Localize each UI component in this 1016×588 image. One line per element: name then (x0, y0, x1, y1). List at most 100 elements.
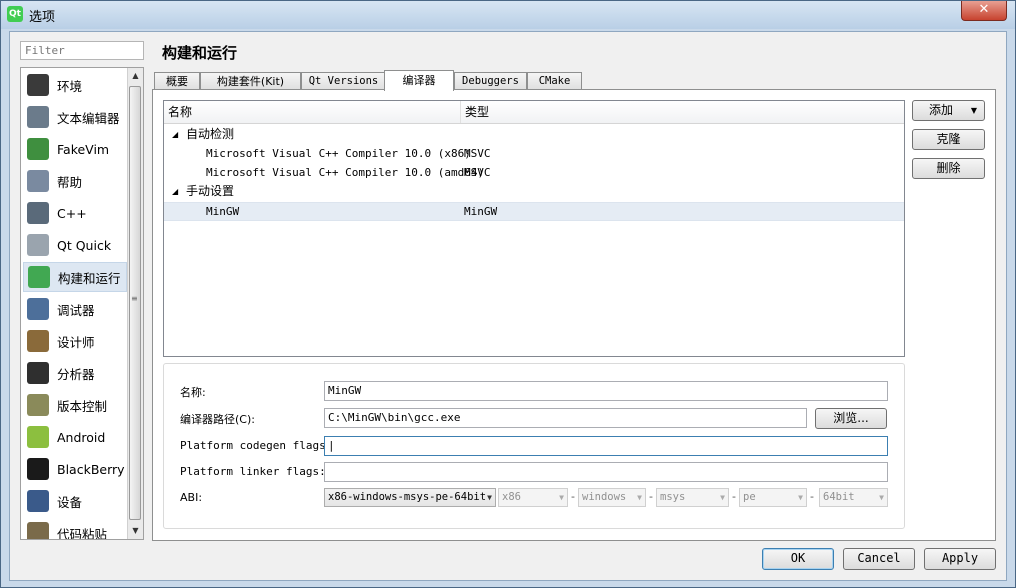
ok-button[interactable]: OK (762, 548, 834, 570)
abi-format-combo[interactable]: pe ▼ (739, 488, 807, 507)
build-run-icon (28, 266, 50, 288)
delete-button[interactable]: 删除 (912, 158, 985, 179)
abi-arch-combo[interactable]: x86 ▼ (498, 488, 568, 507)
scrollbar-grip-icon: ≡ (131, 294, 138, 303)
category-scrollbar[interactable]: ▲ ≡ ▼ (127, 68, 143, 539)
window-title: 选项 (29, 10, 56, 25)
abi-combo[interactable]: x86-windows-msys-pe-64bit ▼ (324, 488, 496, 507)
sidebar-item[interactable]: C++ (23, 198, 127, 228)
device-icon (27, 490, 49, 512)
compiler-details: 名称: MinGW 编译器路径(C): C:\MinGW\bin\gcc.exe… (163, 363, 905, 529)
sidebar-item[interactable]: Android (23, 422, 127, 452)
scroll-down-icon[interactable]: ▼ (128, 523, 143, 539)
sidebar-item[interactable]: 分析器 (23, 358, 127, 388)
add-button-label: 添加 (929, 103, 954, 117)
abi-combo-value: x86-windows-msys-pe-64bit (328, 491, 487, 503)
sidebar-item[interactable]: 调试器 (23, 294, 127, 324)
dropdown-arrow-icon: ▼ (879, 493, 884, 502)
abi-os-combo[interactable]: windows ▼ (578, 488, 646, 507)
tab-overview[interactable]: 概要 (154, 72, 200, 89)
sidebar-item[interactable]: FakeVim (23, 134, 127, 164)
code-paste-icon (27, 522, 49, 539)
dropdown-arrow-icon: ▼ (637, 493, 642, 502)
tab-cmake[interactable]: CMake (527, 72, 582, 89)
sidebar-item[interactable]: 设备 (23, 486, 127, 516)
apply-button[interactable]: Apply (924, 548, 996, 570)
codegen-flags-field[interactable]: | (324, 436, 888, 456)
dropdown-arrow-icon: ▼ (559, 493, 564, 502)
designer-icon (27, 330, 49, 352)
tab-kits[interactable]: 构建套件(Kit) (200, 72, 301, 89)
sidebar-item-label: 分析器 (57, 366, 95, 382)
help-icon (27, 170, 49, 192)
abi-flavor-combo[interactable]: msys ▼ (656, 488, 729, 507)
sidebar-item[interactable]: 版本控制 (23, 390, 127, 420)
dropdown-arrow-icon: ▼ (487, 493, 492, 502)
linker-flags-field[interactable] (324, 462, 888, 482)
group-label: 手动设置 (186, 184, 235, 198)
debugger-icon (27, 298, 49, 320)
sidebar-item[interactable]: 代码粘贴 (23, 518, 127, 540)
category-list: 代码粘贴 设备 BlackBerry Android 版本控制 分析器 设计师 调试器 构建和运… (20, 67, 144, 540)
abi-os-value: windows (582, 491, 627, 503)
sidebar-item-label: 调试器 (57, 302, 95, 318)
compiler-name: Microsoft Visual C++ Compiler 10.0 (x86) (206, 147, 471, 160)
blackberry-icon (27, 458, 49, 480)
name-field[interactable]: MinGW (324, 381, 888, 401)
fakevim-icon (27, 138, 49, 160)
abi-separator: - (810, 490, 814, 503)
name-label: 名称: (180, 386, 206, 399)
expand-arrow-icon[interactable]: ◢ (172, 125, 178, 144)
compiler-type: MSVC (464, 166, 491, 179)
page-title: 构建和运行 (162, 44, 238, 62)
android-icon (27, 426, 49, 448)
tree-row[interactable]: Microsoft Visual C++ Compiler 10.0 (amd6… (164, 163, 904, 182)
sidebar-item-label: 帮助 (57, 174, 83, 190)
cancel-button[interactable]: Cancel (843, 548, 915, 570)
tree-group-manual[interactable]: ◢ 手动设置 (164, 182, 904, 201)
close-button[interactable]: ✕ (961, 1, 1007, 21)
analyzer-icon (27, 362, 49, 384)
sidebar-item-label: 构建和运行 (58, 270, 121, 286)
sidebar-item[interactable]: 文本编辑器 (23, 102, 127, 132)
abi-arch-value: x86 (502, 491, 521, 503)
compiler-type: MSVC (464, 147, 491, 160)
codegen-flags-label: Platform codegen flags: (180, 439, 333, 452)
tab-debuggers[interactable]: Debuggers (454, 72, 527, 89)
sidebar-item[interactable]: 构建和运行 (23, 262, 127, 292)
sidebar-item-label: 代码粘贴 (57, 526, 108, 540)
sidebar-item[interactable]: 环境 (23, 70, 127, 100)
tab-compilers[interactable]: 编译器 (384, 70, 454, 91)
title-bar[interactable]: Qt 选项 ✕ (1, 1, 1015, 29)
tree-group-auto[interactable]: ◢ 自动检测 (164, 125, 904, 144)
compiler-path-field[interactable]: C:\MinGW\bin\gcc.exe (324, 408, 807, 428)
tree-row-selected[interactable]: MinGW MinGW (164, 202, 904, 221)
sidebar-item-label: 环境 (57, 78, 83, 94)
compiler-name: Microsoft Visual C++ Compiler 10.0 (amd6… (206, 166, 485, 179)
sidebar-item-label: FakeVim (57, 141, 110, 157)
dropdown-arrow-icon: ▼ (720, 493, 725, 502)
expand-arrow-icon[interactable]: ◢ (172, 182, 178, 201)
clone-button[interactable]: 克隆 (912, 129, 985, 150)
sidebar-item[interactable]: Qt Quick (23, 230, 127, 260)
browse-button[interactable]: 浏览... (815, 408, 887, 429)
column-header-name[interactable]: 名称 (164, 101, 460, 123)
tab-qt-versions[interactable]: Qt Versions (301, 72, 386, 89)
dropdown-arrow-icon: ▼ (798, 493, 803, 502)
scroll-up-icon[interactable]: ▲ (128, 68, 143, 84)
abi-separator: - (732, 490, 736, 503)
sidebar-item[interactable]: BlackBerry (23, 454, 127, 484)
sidebar-item[interactable]: 设计师 (23, 326, 127, 356)
dialog-body: 代码粘贴 设备 BlackBerry Android 版本控制 分析器 设计师 调试器 构建和运… (9, 31, 1007, 581)
tree-header: 名称 类型 (164, 101, 904, 124)
filter-input[interactable] (20, 41, 144, 60)
dropdown-arrow-icon: ▼ (970, 106, 977, 115)
column-header-type[interactable]: 类型 (460, 101, 904, 123)
sidebar-item-label: Android (57, 429, 106, 445)
abi-width-combo[interactable]: 64bit ▼ (819, 488, 888, 507)
sidebar-item-label: 版本控制 (57, 398, 108, 414)
sidebar-item[interactable]: 帮助 (23, 166, 127, 196)
add-button[interactable]: 添加 ▼ (912, 100, 985, 121)
tree-row[interactable]: Microsoft Visual C++ Compiler 10.0 (x86)… (164, 144, 904, 163)
scrollbar-thumb[interactable] (129, 86, 141, 520)
